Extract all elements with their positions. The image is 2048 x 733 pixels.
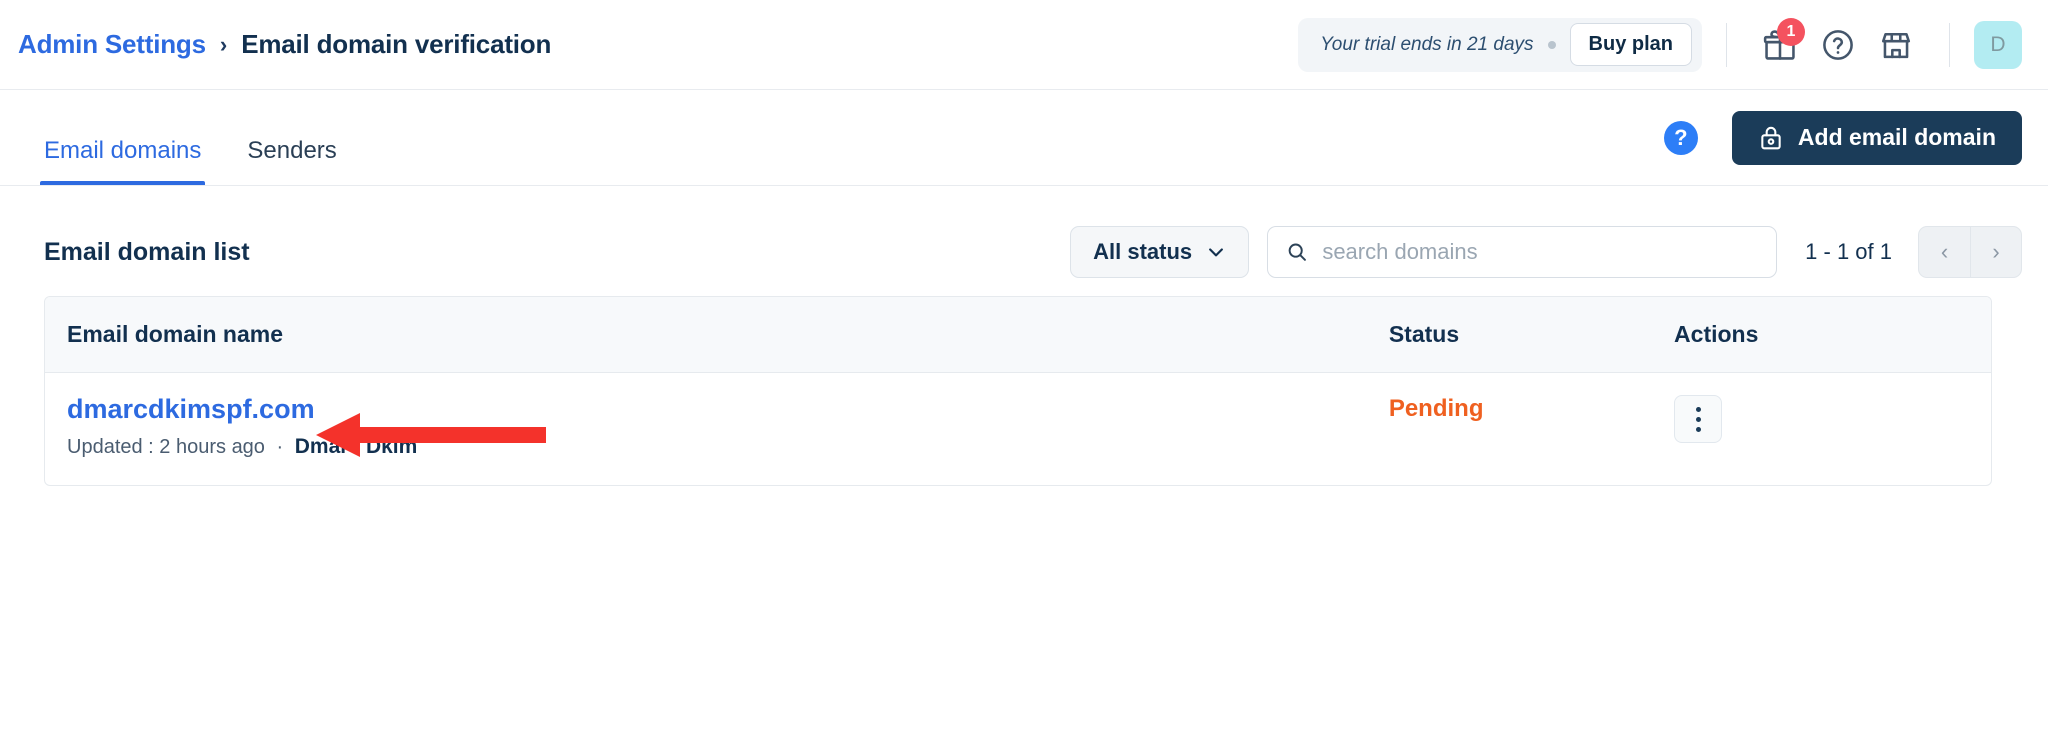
cell-status: Pending (1389, 373, 1674, 485)
domain-meta: Updated : 2 hours ago · Dmarc Dkim (67, 435, 1389, 459)
pagination-controls: ‹ › (1918, 226, 2022, 278)
status-badge: Pending (1388, 395, 1484, 422)
search-domains-box[interactable] (1267, 226, 1778, 278)
search-icon (1288, 243, 1307, 261)
domain-updated-value: 2 hours ago (159, 435, 265, 458)
table-row: dmarcdkimspf.com Updated : 2 hours ago ·… (45, 373, 1991, 485)
top-bar-right: Your trial ends in 21 days Buy plan 1 D (1298, 17, 2022, 72)
avatar[interactable]: D (1974, 20, 2022, 69)
pagination-prev-button[interactable]: ‹ (1918, 226, 1970, 278)
status-filter-dropdown[interactable]: All status (1070, 226, 1250, 278)
tab-senders-label: Senders (247, 137, 337, 164)
domain-updated-label: Updated : (67, 435, 154, 458)
email-domain-table: Email domain name Status Actions dmarcdk… (44, 296, 1992, 486)
kebab-dot-2 (1695, 416, 1701, 422)
trial-dot-icon (1547, 40, 1556, 49)
tab-email-domains-label: Email domains (44, 137, 202, 164)
cell-domain-name: dmarcdkimspf.com Updated : 2 hours ago ·… (45, 373, 1389, 485)
tab-senders[interactable]: Senders (243, 90, 340, 185)
kebab-dot-3 (1695, 426, 1701, 432)
add-email-domain-button[interactable]: Add email domain (1731, 110, 2022, 165)
store-button[interactable] (1873, 22, 1919, 68)
column-header-actions: Actions (1674, 297, 1991, 373)
trial-text: Your trial ends in 21 days (1320, 33, 1534, 55)
breadcrumb-separator-icon: › (219, 31, 228, 57)
lock-icon (1761, 126, 1781, 149)
table-header-row: Email domain name Status Actions (45, 297, 1991, 373)
meta-separator: · (276, 435, 284, 458)
pagination-count: 1 - 1 of 1 (1805, 239, 1892, 264)
page-help-button[interactable]: ? (1663, 120, 1698, 155)
top-bar: Admin Settings › Email domain verificati… (0, 0, 2048, 90)
tab-bar: Email domains Senders ? Add email domain (0, 90, 2048, 186)
divider-2 (1949, 22, 1950, 67)
search-input[interactable] (1322, 239, 1759, 265)
chevron-down-icon (1209, 248, 1224, 257)
breadcrumb: Admin Settings › Email domain verificati… (18, 29, 551, 60)
breadcrumb-parent-link[interactable]: Admin Settings (18, 29, 206, 60)
tab-email-domains[interactable]: Email domains (40, 90, 206, 185)
store-icon (1881, 32, 1911, 58)
list-controls: All status 1 - 1 of 1 ‹ › (1070, 226, 2022, 278)
gift-badge: 1 (1777, 17, 1805, 46)
help-button[interactable] (1815, 22, 1861, 68)
pagination-next-button[interactable]: › (1970, 226, 2022, 278)
page-title: Email domain list (44, 237, 250, 266)
tab-list: Email domains Senders (40, 90, 341, 185)
row-actions-menu-button[interactable] (1674, 395, 1723, 443)
trial-banner: Your trial ends in 21 days Buy plan (1298, 17, 1702, 72)
buy-plan-button[interactable]: Buy plan (1569, 23, 1692, 66)
app-page: Admin Settings › Email domain verificati… (0, 0, 2048, 733)
help-circle-icon (1823, 29, 1853, 60)
divider (1726, 22, 1727, 67)
status-filter-label: All status (1093, 239, 1193, 264)
tab-bar-actions: ? Add email domain (1663, 110, 2022, 165)
column-header-status: Status (1388, 297, 1675, 373)
domain-name-link[interactable]: dmarcdkimspf.com (67, 394, 315, 425)
column-header-domain-name: Email domain name (45, 297, 1389, 373)
kebab-dot-1 (1695, 406, 1701, 412)
gift-button[interactable]: 1 (1757, 17, 1805, 68)
list-header: Email domain list All status 1 - 1 of 1 … (0, 186, 2048, 282)
breadcrumb-current: Email domain verification (241, 29, 552, 59)
cell-actions (1674, 373, 1991, 485)
domain-owner: Dmarc Dkim (294, 434, 418, 458)
add-email-domain-label: Add email domain (1797, 124, 1996, 150)
